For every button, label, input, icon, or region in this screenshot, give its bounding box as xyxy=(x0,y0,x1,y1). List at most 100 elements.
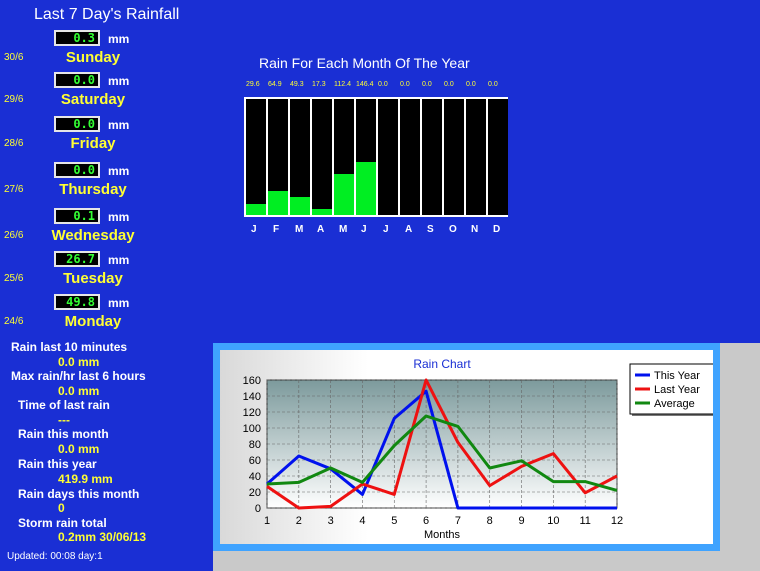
month-bar xyxy=(246,204,266,215)
month-bar xyxy=(290,197,310,215)
day-name: Monday xyxy=(64,313,122,330)
rain-chart-title: Rain Chart xyxy=(413,357,471,371)
day-date: 29/6 xyxy=(4,94,24,105)
month-column xyxy=(312,99,332,215)
rain-chart-area: Rain Chart 0 20 40 60 80 100 120 140 160 1 2 3 4 5 6 7 8 9… xyxy=(220,350,716,544)
legend-entry: This Year xyxy=(654,370,700,382)
stat-label: Rain this year xyxy=(18,457,97,471)
month-category-label: J xyxy=(383,224,389,235)
y-tick-label: 80 xyxy=(249,439,261,451)
month-value-label: 0.0 xyxy=(378,81,388,88)
month-column xyxy=(422,99,442,215)
y-tick-label: 140 xyxy=(243,391,261,403)
month-category-label: A xyxy=(405,224,413,235)
stat-label: Rain this month xyxy=(18,427,109,441)
stat-value: 0.2mm 30/06/13 xyxy=(58,530,147,544)
monthly-chart-title: Rain For Each Month Of The Year xyxy=(259,55,470,71)
month-bar xyxy=(268,191,288,215)
month-bar xyxy=(356,162,376,215)
x-tick-label: 12 xyxy=(611,515,623,527)
x-tick-label: 6 xyxy=(423,515,429,527)
day-date: 30/6 xyxy=(4,52,24,63)
stat-value: 0.0 mm xyxy=(58,355,100,369)
month-category-label: M xyxy=(295,224,304,235)
month-category-label: F xyxy=(273,224,280,235)
month-value-label: 0.0 xyxy=(488,81,498,88)
x-tick-label: 3 xyxy=(328,515,334,527)
day-value-display: 49.8 xyxy=(54,294,100,310)
updated-timestamp: Updated: 00:08 day:1 xyxy=(7,551,103,562)
unit-label: mm xyxy=(108,32,130,46)
month-category-label: J xyxy=(361,224,367,235)
month-value-label: 0.0 xyxy=(466,81,476,88)
day-name: Friday xyxy=(70,135,116,152)
stat-value: --- xyxy=(58,413,70,427)
month-bar xyxy=(312,209,332,215)
day-date: 24/6 xyxy=(4,316,24,327)
monthly-bar-chart xyxy=(244,97,508,217)
day-date: 26/6 xyxy=(4,230,24,241)
y-tick-label: 0 xyxy=(255,503,261,515)
x-tick-label: 5 xyxy=(391,515,397,527)
month-column xyxy=(378,99,398,215)
month-value-label: 17.3 xyxy=(312,81,326,88)
stat-label: Rain days this month xyxy=(18,487,140,501)
rain-chart-panel: Rain Chart 0 20 40 60 80 100 120 140 160 1 2 3 4 5 6 7 8 9… xyxy=(213,343,720,551)
unit-label: mm xyxy=(108,296,130,310)
x-tick-label: 1 xyxy=(264,515,270,527)
month-category-label: J xyxy=(251,224,257,235)
chart-shadow xyxy=(720,343,760,571)
stat-value: 0.0 mm xyxy=(58,442,100,456)
stat-value: 0 xyxy=(58,501,65,515)
month-column xyxy=(488,99,508,215)
day-value-display: 26.7 xyxy=(54,251,100,267)
stat-label: Time of last rain xyxy=(18,398,110,412)
month-category-label: N xyxy=(471,224,479,235)
y-tick-label: 20 xyxy=(249,487,261,499)
month-category-label: D xyxy=(493,224,501,235)
unit-label: mm xyxy=(108,164,130,178)
stat-label: Rain last 10 minutes xyxy=(11,340,128,354)
day-date: 28/6 xyxy=(4,138,24,149)
y-tick-label: 120 xyxy=(243,407,261,419)
stat-label: Max rain/hr last 6 hours xyxy=(11,369,146,383)
month-value-label: 64.9 xyxy=(268,81,282,88)
y-tick-label: 60 xyxy=(249,455,261,467)
day-date: 25/6 xyxy=(4,273,24,284)
unit-label: mm xyxy=(108,118,130,132)
month-value-label: 0.0 xyxy=(444,81,454,88)
x-tick-label: 2 xyxy=(296,515,302,527)
y-tick-label: 40 xyxy=(249,471,261,483)
month-column xyxy=(246,99,266,215)
unit-label: mm xyxy=(108,253,130,267)
day-name: Saturday xyxy=(60,91,126,108)
month-column xyxy=(444,99,464,215)
stat-value: 0.0 mm xyxy=(58,384,100,398)
day-value-display: 0.0 xyxy=(54,116,100,132)
rain-line-chart: Rain Chart0204060801001201401601 2 3 4 5 6 7 8 9… xyxy=(243,357,716,541)
x-tick-label: 7 xyxy=(455,515,461,527)
day-value-display: 0.1 xyxy=(54,208,100,224)
day-value-display: 0.3 xyxy=(54,30,100,46)
month-column xyxy=(400,99,420,215)
y-tick-label: 100 xyxy=(243,423,261,435)
day-name: Sunday xyxy=(65,49,121,66)
day-value-display: 0.0 xyxy=(54,162,100,178)
legend-entry: Last Year xyxy=(654,384,700,396)
day-value-display: 0.0 xyxy=(54,72,100,88)
month-value-label: 49.3 xyxy=(290,81,304,88)
month-category-label: S xyxy=(427,224,434,235)
stat-value: 419.9 mm xyxy=(58,472,113,486)
x-tick-label: 10 xyxy=(547,515,559,527)
month-value-label: 146.4 xyxy=(356,81,374,88)
x-tick-label: 8 xyxy=(487,515,493,527)
month-category-label: M xyxy=(339,224,348,235)
month-value-label: 0.0 xyxy=(422,81,432,88)
day-name: Thursday xyxy=(59,181,127,198)
month-category-label: A xyxy=(317,224,325,235)
x-tick-label: 11 xyxy=(579,515,590,527)
month-value-label: 112.4 xyxy=(334,81,351,88)
y-tick-label: 160 xyxy=(243,375,261,387)
day-name: Wednesday xyxy=(51,227,135,244)
day-date: 27/6 xyxy=(4,184,24,195)
